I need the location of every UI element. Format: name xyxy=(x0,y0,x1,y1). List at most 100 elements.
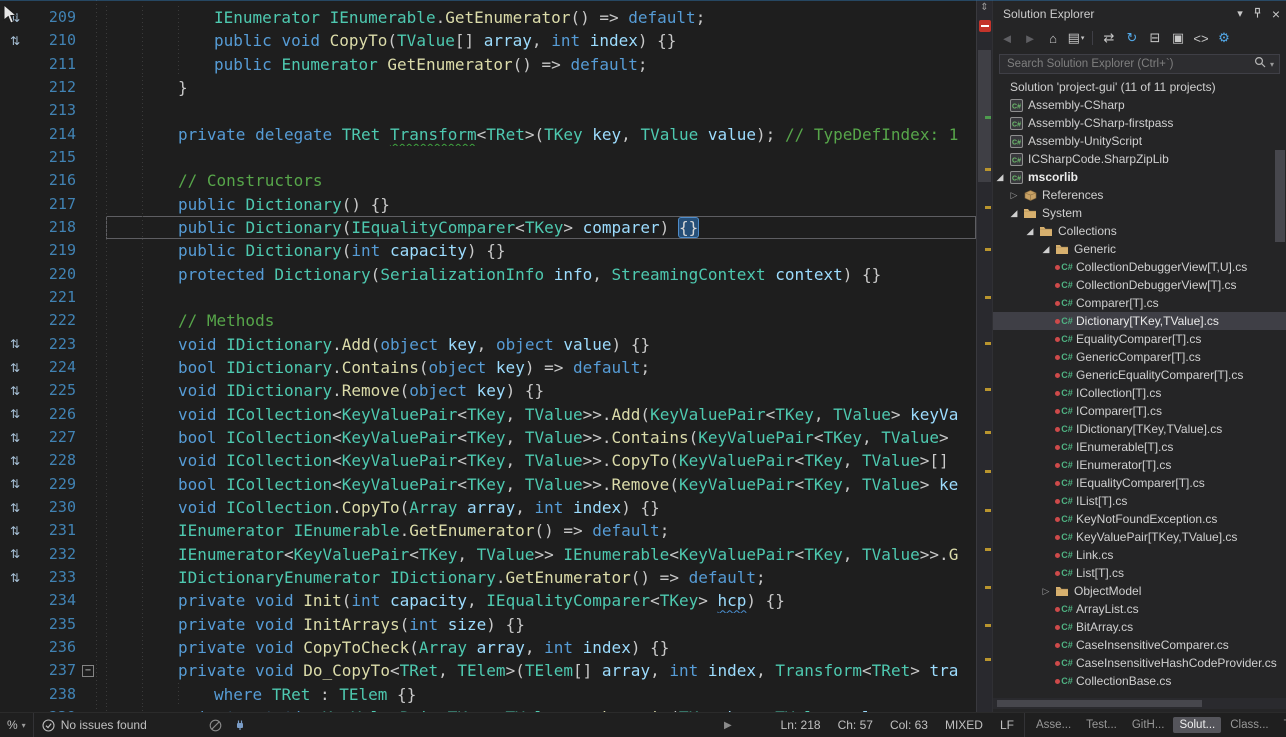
glyph-margin[interactable]: ⇅ xyxy=(0,335,30,353)
fold-margin[interactable] xyxy=(76,519,106,542)
tree-item[interactable]: C#KeyValuePair[TKey,TValue].cs xyxy=(993,528,1286,546)
tree-item[interactable]: ▷References xyxy=(993,186,1286,204)
collapsed-arrow-icon[interactable]: ▷ xyxy=(1007,190,1021,201)
implements-icon[interactable]: ⇅ xyxy=(10,361,20,375)
tree-item[interactable]: ▷ObjectModel xyxy=(993,582,1286,600)
line-number[interactable]: 235 xyxy=(30,613,76,636)
tree-item[interactable]: C#ICollection[T].cs xyxy=(993,384,1286,402)
code-text[interactable]: void ICollection.CopyTo(Array array, int… xyxy=(106,496,976,519)
tool-tab-class[interactable]: Class... xyxy=(1224,717,1274,733)
code-line[interactable]: ⇅229bool ICollection<KeyValuePair<TKey, … xyxy=(0,473,976,496)
line-number[interactable]: 231 xyxy=(30,519,76,542)
code-text[interactable]: where TRet : TElem {} xyxy=(106,683,976,706)
line-number[interactable]: 228 xyxy=(30,449,76,472)
code-text[interactable] xyxy=(106,99,976,122)
code-line[interactable]: 238 where TRet : TElem {} xyxy=(0,683,976,706)
code-text[interactable]: // Constructors xyxy=(106,169,976,192)
fold-margin[interactable] xyxy=(76,403,106,426)
editor-splitter-icon[interactable]: ⇕ xyxy=(977,0,992,18)
tree-item[interactable]: C#Comparer[T].cs xyxy=(993,294,1286,312)
code-line[interactable]: 220protected Dictionary(SerializationInf… xyxy=(0,263,976,286)
expanded-arrow-icon[interactable]: ◢ xyxy=(1039,244,1053,255)
code-line[interactable]: ⇅228void ICollection<KeyValuePair<TKey, … xyxy=(0,449,976,472)
code-line[interactable]: 214private delegate TRet Transform<TRet>… xyxy=(0,123,976,146)
line-number[interactable]: 224 xyxy=(30,356,76,379)
code-text[interactable]: private void Do_CopyTo<TRet, TElem>(TEle… xyxy=(106,659,976,682)
code-text[interactable]: void IDictionary.Remove(object key) {} xyxy=(106,379,976,402)
switch-views-icon[interactable]: ▤▾ xyxy=(1066,28,1086,48)
collapse-all-icon[interactable]: ⊟ xyxy=(1145,28,1165,48)
tool-tab-solut[interactable]: Solut... xyxy=(1173,717,1221,733)
code-line[interactable]: ⇅231IEnumerator IEnumerable.GetEnumerato… xyxy=(0,519,976,542)
tree-item[interactable]: Solution 'project-gui' (11 of 11 project… xyxy=(993,78,1286,96)
code-line[interactable]: 212} xyxy=(0,76,976,99)
tree-item[interactable]: ◢C#mscorlib xyxy=(993,168,1286,186)
line-number[interactable]: 223 xyxy=(30,333,76,356)
fold-margin[interactable] xyxy=(76,566,106,589)
line-number[interactable]: 219 xyxy=(30,239,76,262)
implements-icon[interactable]: ⇅ xyxy=(10,431,20,445)
code-line[interactable]: ⇅210public void CopyTo(TValue[] array, i… xyxy=(0,29,976,52)
fold-margin[interactable] xyxy=(76,543,106,566)
code-line[interactable]: 216// Constructors xyxy=(0,169,976,192)
line-number[interactable]: 238 xyxy=(30,683,76,706)
code-line[interactable]: 217public Dictionary() {} xyxy=(0,193,976,216)
fold-margin[interactable] xyxy=(76,309,106,332)
code-line[interactable]: 218 public Dictionary(IEqualityComparer<T… xyxy=(0,216,976,239)
zoom-control[interactable]: % ▾ xyxy=(0,713,34,737)
code-line[interactable]: 237−private void Do_CopyTo<TRet, TElem>(… xyxy=(0,659,976,682)
fold-margin[interactable] xyxy=(76,589,106,612)
tree-item[interactable]: ◢Generic xyxy=(993,240,1286,258)
line-number[interactable]: 230 xyxy=(30,496,76,519)
tree-item[interactable]: ◢Collections xyxy=(993,222,1286,240)
code-line[interactable]: ⇅230void ICollection.CopyTo(Array array,… xyxy=(0,496,976,519)
window-position-icon[interactable]: ▾ xyxy=(1237,8,1243,20)
line-number[interactable]: 233 xyxy=(30,566,76,589)
code-text[interactable]: IDictionaryEnumerator IDictionary.GetEnu… xyxy=(106,566,976,589)
code-editor[interactable]: ⇅209IEnumerator IEnumerable.GetEnumerato… xyxy=(0,0,992,712)
line-number[interactable]: 212 xyxy=(30,76,76,99)
fold-margin[interactable] xyxy=(76,473,106,496)
plug-icon[interactable] xyxy=(234,719,246,731)
tool-tab-gith[interactable]: GitH... xyxy=(1126,717,1171,733)
show-all-files-icon[interactable]: ▣ xyxy=(1168,28,1188,48)
tree-item[interactable]: C#CollectionDebuggerView[T,U].cs xyxy=(993,258,1286,276)
tree-item[interactable]: C#IDictionary[TKey,TValue].cs xyxy=(993,420,1286,438)
glyph-margin[interactable]: ⇅ xyxy=(0,475,30,493)
expanded-arrow-icon[interactable]: ◢ xyxy=(1007,208,1021,219)
code-line[interactable]: 235private void InitArrays(int size) {} xyxy=(0,613,976,636)
expanded-arrow-icon[interactable]: ◢ xyxy=(993,172,1007,183)
tree-item[interactable]: C#CaseInsensitiveComparer.cs xyxy=(993,636,1286,654)
fold-margin[interactable] xyxy=(76,426,106,449)
line-number[interactable]: 232 xyxy=(30,543,76,566)
implements-icon[interactable]: ⇅ xyxy=(10,477,20,491)
code-text[interactable]: IEnumerator IEnumerable.GetEnumerator() … xyxy=(106,6,976,29)
line-number[interactable]: 236 xyxy=(30,636,76,659)
tool-tab-asse[interactable]: Asse... xyxy=(1030,717,1077,733)
tree-item[interactable]: C#Assembly-UnityScript xyxy=(993,132,1286,150)
code-text[interactable]: public Enumerator GetEnumerator() => def… xyxy=(106,53,976,76)
code-text[interactable]: public Dictionary(IEqualityComparer<TKey… xyxy=(106,216,976,239)
code-line[interactable]: 211public Enumerator GetEnumerator() => … xyxy=(0,53,976,76)
fold-margin[interactable] xyxy=(76,6,106,29)
implements-icon[interactable]: ⇅ xyxy=(10,454,20,468)
fold-margin[interactable] xyxy=(76,356,106,379)
implements-icon[interactable]: ⇅ xyxy=(10,571,20,585)
code-text[interactable]: protected Dictionary(SerializationInfo i… xyxy=(106,263,976,286)
fold-margin[interactable] xyxy=(76,29,106,52)
fold-margin[interactable] xyxy=(76,76,106,99)
implements-icon[interactable]: ⇅ xyxy=(10,337,20,351)
code-text[interactable]: bool ICollection<KeyValuePair<TKey, TVal… xyxy=(106,473,976,496)
code-line[interactable]: ⇅223void IDictionary.Add(object key, obj… xyxy=(0,333,976,356)
eol-indicator[interactable]: LF xyxy=(1000,718,1014,732)
fold-margin[interactable] xyxy=(76,53,106,76)
column-indicator[interactable]: Col: 63 xyxy=(890,718,928,732)
tree-item[interactable]: C#KeyNotFoundException.cs xyxy=(993,510,1286,528)
implements-icon[interactable]: ⇅ xyxy=(10,407,20,421)
pin-icon[interactable] xyxy=(1252,7,1263,22)
implements-icon[interactable]: ⇅ xyxy=(10,547,20,561)
line-number[interactable]: 218 xyxy=(30,216,76,239)
tree-item[interactable]: ◢System xyxy=(993,204,1286,222)
line-number[interactable]: 234 xyxy=(30,589,76,612)
code-line[interactable]: ⇅ 233 IDictionaryEnumerator IDictionary.Ge… xyxy=(0,566,976,589)
